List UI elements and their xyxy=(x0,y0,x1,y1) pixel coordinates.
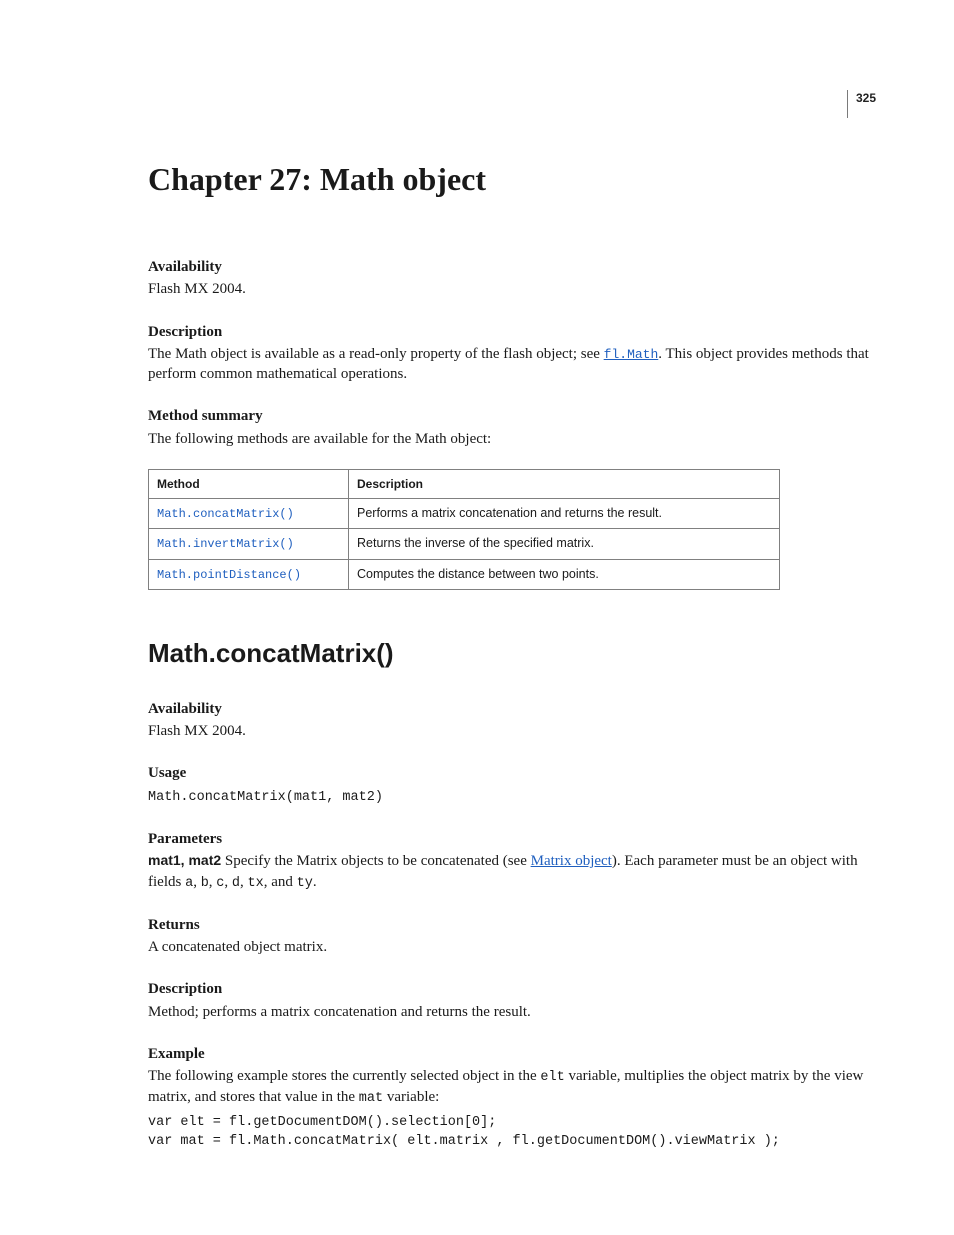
section-title: Math.concatMatrix() xyxy=(148,636,874,671)
field-b: b xyxy=(201,876,209,891)
example-heading: Example xyxy=(148,1044,874,1064)
returns-heading: Returns xyxy=(148,915,874,935)
var-mat: mat xyxy=(359,1091,383,1106)
method-desc: Computes the distance between two points… xyxy=(349,559,780,589)
section-description-heading: Description xyxy=(148,979,874,999)
example-text-1: The following example stores the current… xyxy=(148,1068,540,1084)
matrix-object-link[interactable]: Matrix object xyxy=(531,853,612,869)
method-link-pointdistance[interactable]: Math.pointDistance() xyxy=(157,568,301,582)
chapter-title: Chapter 27: Math object xyxy=(148,158,874,201)
description-text: The Math object is available as a read-o… xyxy=(148,344,874,385)
var-elt: elt xyxy=(540,1070,564,1085)
example-text: The following example stores the current… xyxy=(148,1066,874,1108)
usage-code: Math.concatMatrix(mat1, mat2) xyxy=(148,788,874,808)
parameters-text: mat1, mat2 Specify the Matrix objects to… xyxy=(148,851,874,892)
method-link-invertmatrix[interactable]: Math.invertMatrix() xyxy=(157,537,294,551)
section-availability-heading: Availability xyxy=(148,699,874,719)
parameters-heading: Parameters xyxy=(148,829,874,849)
page-number: 325 xyxy=(847,90,876,118)
table-row: Math.invertMatrix() Returns the inverse … xyxy=(149,529,780,559)
method-desc: Returns the inverse of the specified mat… xyxy=(349,529,780,559)
returns-text: A concatenated object matrix. xyxy=(148,937,874,957)
example-code: var elt = fl.getDocumentDOM().selection[… xyxy=(148,1113,874,1152)
description-text-part1: The Math object is available as a read-o… xyxy=(148,346,604,362)
comma-3: , xyxy=(224,874,232,890)
method-link-concatmatrix[interactable]: Math.concatMatrix() xyxy=(157,507,294,521)
method-summary-heading: Method summary xyxy=(148,406,874,426)
field-tx: tx xyxy=(248,876,264,891)
period-end: . xyxy=(313,874,317,890)
section-description-text: Method; performs a matrix concatenation … xyxy=(148,1002,874,1022)
section-availability-text: Flash MX 2004. xyxy=(148,721,874,741)
availability-heading: Availability xyxy=(148,257,874,277)
description-heading: Description xyxy=(148,322,874,342)
fl-math-link[interactable]: fl.Math xyxy=(604,347,659,362)
availability-text: Flash MX 2004. xyxy=(148,279,874,299)
param-text-1: Specify the Matrix objects to be concate… xyxy=(221,853,530,869)
comma-5: , and xyxy=(264,874,297,890)
comma-1: , xyxy=(193,874,201,890)
method-desc: Performs a matrix concatenation and retu… xyxy=(349,499,780,529)
table-row: Math.concatMatrix() Performs a matrix co… xyxy=(149,499,780,529)
field-ty: ty xyxy=(297,876,313,891)
table-header-method: Method xyxy=(149,469,349,498)
field-d: d xyxy=(232,876,240,891)
method-summary-table: Method Description Math.concatMatrix() P… xyxy=(148,469,780,590)
table-row: Math.pointDistance() Computes the distan… xyxy=(149,559,780,589)
usage-heading: Usage xyxy=(148,763,874,783)
comma-4: , xyxy=(240,874,248,890)
example-text-3: variable: xyxy=(383,1089,439,1105)
field-a: a xyxy=(185,876,193,891)
table-header-description: Description xyxy=(349,469,780,498)
method-summary-text: The following methods are available for … xyxy=(148,429,874,449)
parameter-names: mat1, mat2 xyxy=(148,852,221,868)
